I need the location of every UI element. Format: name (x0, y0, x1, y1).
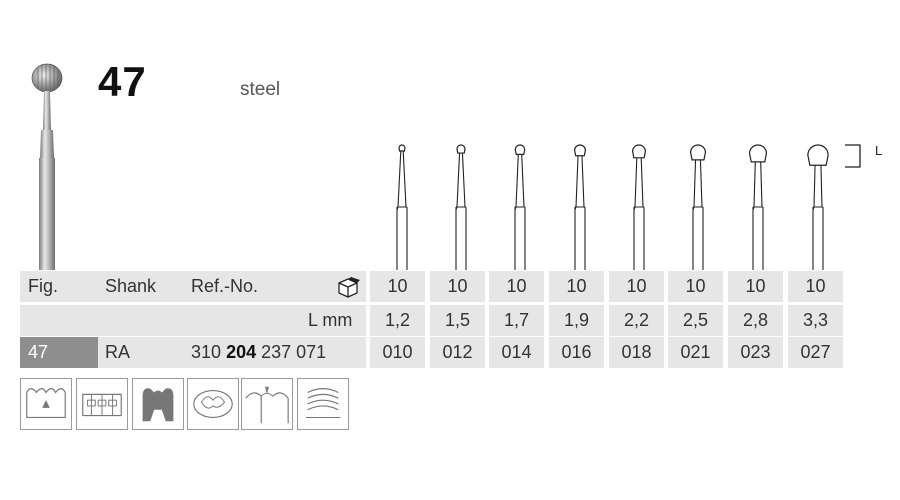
application-icons (20, 378, 355, 433)
cavity-preparation-icon (20, 378, 72, 430)
length-value-cell: 2,2 (609, 305, 664, 336)
ref-number: 310 204 237 071 (191, 337, 326, 368)
length-value-cell: 2,8 (728, 305, 783, 336)
length-left-block: L mm (20, 305, 366, 336)
pack-unit-cell: 10 (549, 271, 604, 302)
crown-removal-icon (76, 378, 128, 430)
length-value-cell: 1,2 (370, 305, 425, 336)
root-canal-icon (241, 378, 293, 430)
shank-value: RA (105, 342, 131, 362)
length-label: L mm (308, 310, 353, 330)
size-code-cell: 021 (668, 337, 723, 368)
shank-header: Shank (105, 276, 157, 296)
bur-size-drawing (396, 144, 408, 270)
ref-suffix: 237 071 (261, 342, 327, 362)
finishing-icon (297, 378, 349, 430)
pack-unit-cell: 10 (489, 271, 544, 302)
product-row: 47 RA 310 204 237 071 010 012 014 016 018 021… (20, 337, 850, 368)
bur-product-photo (31, 63, 63, 270)
table-header-row: Fig. Shank Ref.-No. 10 10 10 10 10 10 10 10 (20, 271, 850, 302)
bur-size-drawing (455, 144, 467, 270)
size-drawings: L (396, 143, 882, 270)
ref-bold: 204 (226, 342, 257, 362)
ref-prefix: 310 (191, 342, 222, 362)
length-marker: L (875, 143, 882, 158)
size-code-cell: 016 (549, 337, 604, 368)
bur-size-drawing (631, 144, 647, 270)
length-bracket (845, 144, 861, 168)
bur-size-drawing (689, 144, 707, 270)
length-value-cell: 2,5 (668, 305, 723, 336)
length-value-cell: 1,5 (430, 305, 485, 336)
size-code-cell: 018 (609, 337, 664, 368)
length-row: L mm 1,2 1,5 1,7 1,9 2,2 2,5 2,8 3,3 (20, 305, 850, 336)
size-code-cell: 014 (489, 337, 544, 368)
length-value-cell: 1,7 (489, 305, 544, 336)
pack-unit-cell: 10 (668, 271, 723, 302)
package-icon (336, 271, 360, 302)
size-code-cell: 027 (788, 337, 843, 368)
bur-size-drawing (807, 144, 829, 270)
fig-cell: 47 (20, 337, 98, 368)
pack-unit-cell: 10 (788, 271, 843, 302)
product-left-block: 47 RA 310 204 237 071 (20, 337, 366, 368)
size-code-cell: 010 (370, 337, 425, 368)
bur-size-drawing (514, 144, 526, 270)
size-code-cell: 023 (728, 337, 783, 368)
caries-excavation-icon (187, 378, 239, 430)
tooth-section-icon (132, 378, 184, 430)
bur-size-drawing (748, 144, 768, 270)
header-left-block: Fig. Shank Ref.-No. (20, 271, 366, 302)
length-value-cell: 3,3 (788, 305, 843, 336)
pack-unit-cell: 10 (430, 271, 485, 302)
ref-header: Ref.-No. (191, 276, 259, 296)
pack-unit-cell: 10 (609, 271, 664, 302)
fig-header: Fig. (28, 276, 59, 296)
size-code-cell: 012 (430, 337, 485, 368)
figure-number: 47 (98, 58, 147, 105)
material-label: steel (240, 79, 281, 100)
pack-unit-cell: 10 (728, 271, 783, 302)
pack-unit-cell: 10 (370, 271, 425, 302)
bur-size-drawing (574, 144, 586, 270)
length-value-cell: 1,9 (549, 305, 604, 336)
